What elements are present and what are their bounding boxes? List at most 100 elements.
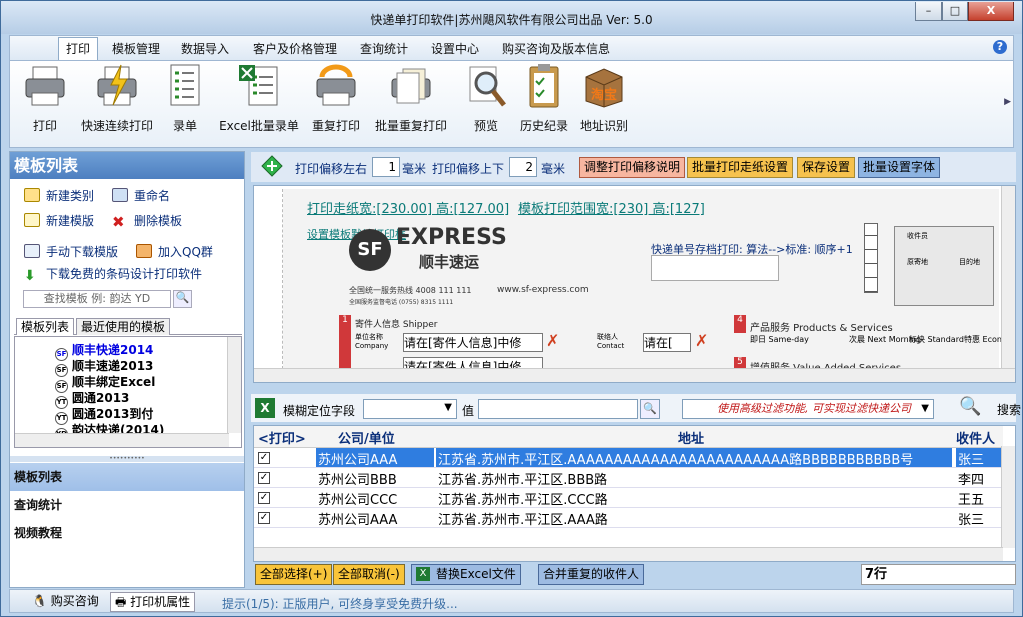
sender-contact-field[interactable]: 请在[ <box>643 333 691 352</box>
row-print-checkbox[interactable]: ✓ <box>258 492 270 504</box>
select-all-button[interactable]: 全部选择(+) <box>255 564 333 585</box>
sender-company-field[interactable]: 请在[寄件人信息]中修 <box>403 333 543 352</box>
cell-company[interactable]: 苏州公司CCC <box>316 488 434 507</box>
tree-vertical-scrollbar[interactable] <box>227 337 241 433</box>
offset-ud-input[interactable]: 2 <box>509 157 537 177</box>
excel-batch-entry-button[interactable]: Excel批量录单 <box>219 63 299 134</box>
fuzzy-field-select[interactable]: ▼ <box>363 399 457 419</box>
tab-customer-price[interactable]: 客户及价格管理 <box>253 40 337 57</box>
cell-name[interactable]: 王五 <box>956 488 1002 507</box>
cell-company[interactable]: 苏州公司BBB <box>316 468 434 487</box>
cell-address[interactable]: 江苏省.苏州市.平江区.AAA路 <box>436 508 952 527</box>
table-row[interactable]: ✓ 苏州公司AAA 江苏省.苏州市.平江区.AAA路 张三 <box>254 508 1003 528</box>
row-print-checkbox[interactable]: ✓ <box>258 512 270 524</box>
value-search-icon[interactable]: 🔍 <box>640 399 660 419</box>
cell-address[interactable]: 江苏省.苏州市.平江区.BBB路 <box>436 468 952 487</box>
cell-address[interactable]: 江苏省.苏州市.平江区.CCC路 <box>436 488 952 507</box>
offset-help-button[interactable]: 调整打印偏移说明 <box>579 157 686 178</box>
col-company[interactable]: 公司/单位 <box>338 428 395 447</box>
tab-template-list[interactable]: 模板列表 <box>16 318 75 335</box>
fast-print-button[interactable]: 快速连续打印 <box>80 63 154 134</box>
tab-print[interactable]: 打印 <box>58 37 98 62</box>
tree-item[interactable]: SF 顺丰快递2014 <box>55 341 153 361</box>
batch-font-button[interactable]: 批量设置字体 <box>858 157 941 178</box>
tree-item-label: 顺丰速递2013 <box>72 359 154 373</box>
replace-excel-button[interactable]: X 替换Excel文件 <box>411 564 521 585</box>
printer-properties-button[interactable]: 🖶 打印机属性 <box>110 592 196 612</box>
tree-item[interactable]: SF 顺丰绑定Excel <box>55 373 155 393</box>
new-template-button[interactable]: 新建模版 <box>24 212 94 229</box>
tab-data-import[interactable]: 数据导入 <box>181 40 229 57</box>
tree-item[interactable]: SF 顺丰速递2013 <box>55 357 154 377</box>
buy-consult-button[interactable]: 🐧 购买咨询 <box>28 592 103 612</box>
search-icon[interactable]: 🔍 <box>959 396 985 420</box>
tab-recent-templates[interactable]: 最近使用的模板 <box>76 318 171 335</box>
tree-horizontal-scrollbar[interactable] <box>15 433 229 447</box>
archive-box[interactable] <box>651 255 779 281</box>
maximize-button[interactable]: □ <box>942 2 968 21</box>
col-print[interactable]: <打印> <box>258 428 306 447</box>
advanced-filter-select[interactable]: 使用高级过滤功能, 可实现过滤快递公司 ▼ <box>682 399 934 419</box>
address-recognition-button[interactable]: 淘宝 地址识别 <box>576 63 632 134</box>
panel-splitter[interactable]: •••••••••• <box>10 456 244 462</box>
reprint-button[interactable]: 重复打印 <box>310 63 362 134</box>
row-print-checkbox[interactable]: ✓ <box>258 452 270 464</box>
table-row[interactable]: ✓ 苏州公司CCC 江苏省.苏州市.平江区.CCC路 王五 <box>254 488 1003 508</box>
table-row[interactable]: ✓ 苏州公司AAA 江苏省.苏州市.平江区.AAAAAAAAAAAAAAAAAAAA… <box>254 448 1003 468</box>
value-input[interactable] <box>478 399 638 419</box>
ribbon-scroll-right-icon[interactable]: ▶ <box>1004 97 1011 107</box>
table-row[interactable]: ✓ 苏州公司BBB 江苏省.苏州市.平江区.BBB路 李四 <box>254 468 1003 488</box>
nav-video-tutorial[interactable]: 视频教程 <box>10 519 244 547</box>
box-icon: 淘宝 <box>582 63 626 109</box>
history-button[interactable]: 历史纪录 <box>517 63 571 134</box>
template-preview[interactable]: 打印走纸宽:[230.00] 高:[127.00] 模板打印范围宽:[230] … <box>253 185 1016 383</box>
merge-recipients-button[interactable]: 合并重复的收件人 <box>538 564 645 585</box>
new-category-button[interactable]: 新建类别 <box>24 187 94 204</box>
preview-horizontal-scrollbar[interactable] <box>254 368 1015 382</box>
delete-template-button[interactable]: ✖ 删除模板 <box>112 212 182 230</box>
tree-item[interactable]: YT 圆通2013 <box>55 389 129 409</box>
rename-button[interactable]: 重命名 <box>112 187 170 204</box>
cell-company[interactable]: 苏州公司AAA <box>316 448 434 467</box>
nav-template-list[interactable]: 模板列表 <box>10 463 244 491</box>
batch-paper-settings-button[interactable]: 批量打印走纸设置 <box>687 157 794 178</box>
cell-address[interactable]: 江苏省.苏州市.平江区.AAAAAAAAAAAAAAAAAAAAAAAA路BBB… <box>436 448 952 467</box>
col-address[interactable]: 地址 <box>678 428 704 447</box>
template-search-icon[interactable]: 🔍 <box>173 290 192 308</box>
close-button[interactable]: X <box>968 2 1014 21</box>
excel-form-icon <box>237 63 281 109</box>
cell-name[interactable]: 李四 <box>956 468 1002 487</box>
preview-vertical-scrollbar[interactable] <box>1001 186 1015 370</box>
form-entry-button[interactable]: 录单 <box>163 63 207 134</box>
download-barcode-software-link[interactable]: ⬇ 下载免费的条码设计打印软件 <box>24 265 202 284</box>
tab-settings[interactable]: 设置中心 <box>431 40 479 57</box>
search-button[interactable]: 搜索 <box>997 401 1021 418</box>
batch-reprint-button[interactable]: 批量重复打印 <box>372 63 450 134</box>
save-settings-button[interactable]: 保存设置 <box>797 157 856 178</box>
deselect-all-button[interactable]: 全部取消(-) <box>333 564 405 585</box>
grid-vertical-scrollbar[interactable] <box>1001 446 1015 548</box>
tab-purchase-info[interactable]: 购买咨询及版本信息 <box>502 40 610 57</box>
field-delete-icon[interactable]: ✗ <box>546 333 559 349</box>
tab-template-manage[interactable]: 模板管理 <box>112 40 160 57</box>
new-template-label: 新建模版 <box>46 214 95 228</box>
manual-download-button[interactable]: 手动下载模版 <box>24 243 118 260</box>
col-recipient[interactable]: 收件人 <box>956 428 995 447</box>
excel-icon[interactable]: X <box>255 398 275 418</box>
tree-item[interactable]: YT 圆通2013到付 <box>55 405 153 425</box>
minimize-button[interactable]: – <box>915 2 942 21</box>
preview-button[interactable]: 预览 <box>464 63 508 134</box>
tab-query-stats[interactable]: 查询统计 <box>360 40 408 57</box>
nav-query-stats[interactable]: 查询统计 <box>10 491 244 519</box>
grid-horizontal-scrollbar[interactable] <box>254 547 1003 561</box>
cell-company[interactable]: 苏州公司AAA <box>316 508 434 527</box>
print-button[interactable]: 打印 <box>22 63 68 134</box>
row-print-checkbox[interactable]: ✓ <box>258 472 270 484</box>
contact-delete-icon[interactable]: ✗ <box>695 333 708 349</box>
help-icon[interactable]: ? <box>993 40 1007 54</box>
template-search-input[interactable]: 查找模板 例: 韵达 YD <box>23 290 171 308</box>
cell-name[interactable]: 张三 <box>956 448 1002 467</box>
offset-lr-input[interactable]: 1 <box>372 157 400 177</box>
cell-name[interactable]: 张三 <box>956 508 1002 527</box>
join-qq-group-button[interactable]: 加入QQ群 <box>136 243 213 260</box>
